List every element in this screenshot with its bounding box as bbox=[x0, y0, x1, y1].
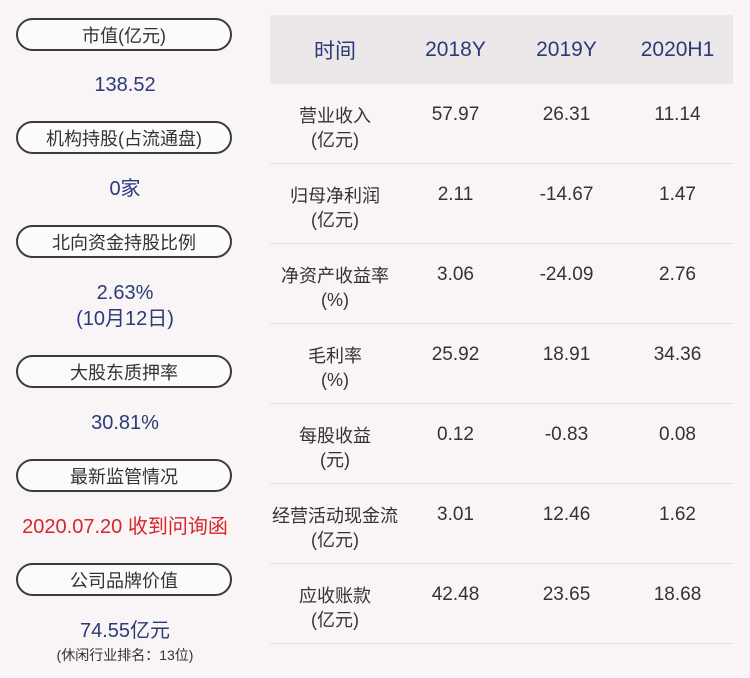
table-row: 毛利率 (%) 25.92 18.91 34.36 bbox=[270, 324, 733, 404]
cell-value: -24.09 bbox=[539, 264, 594, 285]
regulation-value: 2020.07.20 收到问询函 bbox=[22, 516, 228, 538]
header-2019: 2019Y bbox=[536, 37, 597, 61]
row-label: 净资产收益率 (%) bbox=[281, 266, 389, 310]
row-label: 毛利率 (%) bbox=[308, 346, 362, 390]
cell-value: 1.47 bbox=[659, 184, 696, 205]
row-label: 营业收入 (亿元) bbox=[299, 106, 371, 150]
regulation-label: 最新监管情况 bbox=[16, 459, 232, 492]
cell-value: -14.67 bbox=[539, 184, 594, 205]
brand-value: 74.55亿元 bbox=[79, 620, 171, 642]
row-label: 应收账款 (亿元) bbox=[299, 586, 371, 630]
brand-label: 公司品牌价值 bbox=[16, 563, 232, 596]
northbound-date: (10月12日) bbox=[76, 308, 174, 330]
institution-label: 机构持股(占流通盘) bbox=[16, 121, 232, 154]
cell-value: -0.83 bbox=[544, 424, 589, 445]
cell-value: 3.06 bbox=[437, 264, 474, 285]
cell-value: 11.14 bbox=[654, 104, 701, 125]
table-row: 每股收益 (元) 0.12 -0.83 0.08 bbox=[270, 404, 733, 484]
row-label: 经营活动现金流 (亿元) bbox=[272, 506, 398, 550]
market-cap-value: 138.52 bbox=[94, 74, 156, 96]
table-row: 净资产收益率 (%) 3.06 -24.09 2.76 bbox=[270, 244, 733, 324]
header-2018: 2018Y bbox=[425, 37, 486, 61]
summary-panel: 市值(亿元) 138.52 机构持股(占流通盘) 0家 北向资金持股比例 2.6… bbox=[0, 0, 250, 678]
pledge-value: 30.81% bbox=[91, 412, 159, 434]
cell-value: 0.12 bbox=[437, 424, 474, 445]
cell-value: 2.76 bbox=[659, 264, 696, 285]
cell-value: 0.08 bbox=[659, 424, 696, 445]
institution-value: 0家 bbox=[109, 178, 141, 200]
brand-rank: (休闲行业排名：13位) bbox=[56, 647, 194, 663]
table-row: 营业收入 (亿元) 57.97 26.31 11.14 bbox=[270, 84, 733, 164]
northbound-label: 北向资金持股比例 bbox=[16, 225, 232, 258]
cell-value: 26.31 bbox=[542, 104, 591, 125]
cell-value: 25.92 bbox=[431, 344, 480, 365]
table-header: 时间 2018Y 2019Y 2020H1 bbox=[270, 15, 733, 84]
financial-table: 时间 2018Y 2019Y 2020H1 营业收入 (亿元) 57.97 26.… bbox=[270, 15, 733, 644]
northbound-value: 2.63% bbox=[96, 282, 154, 304]
cell-value: 23.65 bbox=[542, 584, 591, 605]
cell-value: 42.48 bbox=[431, 584, 480, 605]
cell-value: 3.01 bbox=[437, 504, 474, 525]
cell-value: 18.68 bbox=[653, 584, 702, 605]
cell-value: 2.11 bbox=[437, 184, 474, 205]
cell-value: 1.62 bbox=[659, 504, 696, 525]
header-2020h1: 2020H1 bbox=[640, 37, 715, 61]
pledge-label: 大股东质押率 bbox=[16, 355, 232, 388]
cell-value: 12.46 bbox=[542, 504, 591, 525]
header-time: 时间 bbox=[314, 39, 356, 63]
row-label: 归母净利润 (亿元) bbox=[290, 186, 380, 230]
cell-value: 34.36 bbox=[653, 344, 702, 365]
cell-value: 57.97 bbox=[431, 104, 480, 125]
table-row: 归母净利润 (亿元) 2.11 -14.67 1.47 bbox=[270, 164, 733, 244]
cell-value: 18.91 bbox=[542, 344, 591, 365]
table-row: 经营活动现金流 (亿元) 3.01 12.46 1.62 bbox=[270, 484, 733, 564]
table-row: 应收账款 (亿元) 42.48 23.65 18.68 bbox=[270, 564, 733, 644]
row-label: 每股收益 (元) bbox=[299, 426, 371, 470]
market-cap-label: 市值(亿元) bbox=[16, 18, 232, 51]
